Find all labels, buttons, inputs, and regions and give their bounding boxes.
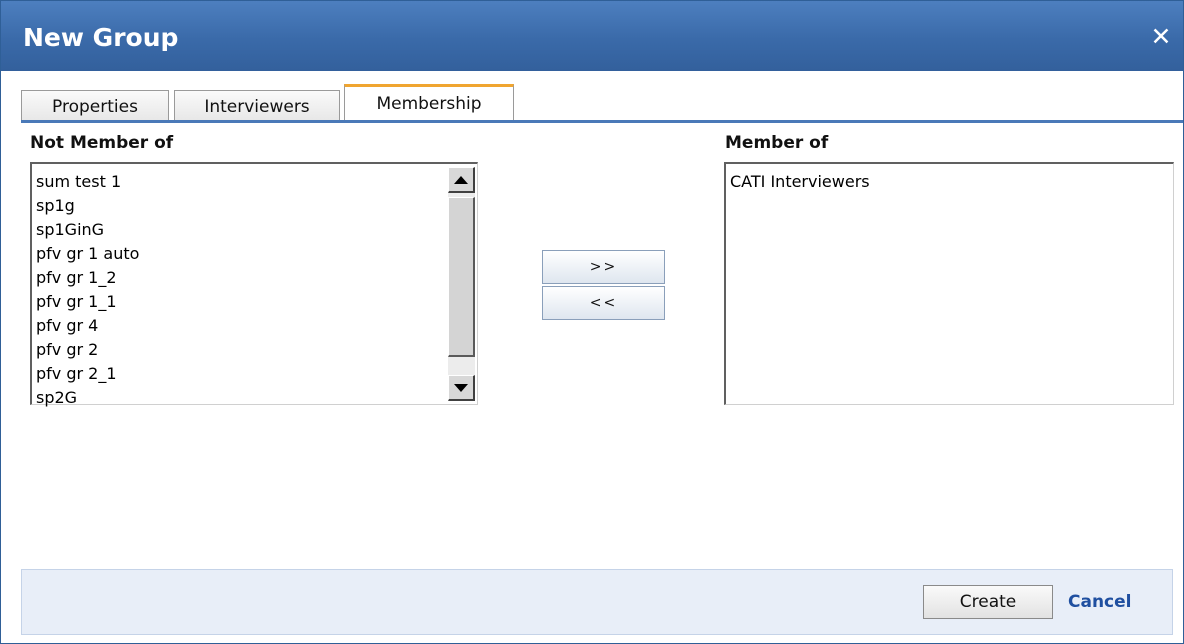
arrow-up-icon (454, 175, 468, 184)
member-list: CATI Interviewers (730, 170, 870, 194)
close-icon[interactable]: ✕ (1149, 24, 1173, 49)
add-membership-button[interactable]: >> (542, 250, 665, 284)
tab-strip: Properties Interviewers Membership (21, 83, 1181, 123)
member-listbox[interactable]: CATI Interviewers (724, 162, 1174, 405)
scrollbar-thumb[interactable] (448, 197, 475, 357)
list-item[interactable]: pfv gr 4 (36, 314, 139, 338)
member-of-label: Member of (725, 133, 829, 153)
new-group-dialog: New Group ✕ Properties Interviewers Memb… (0, 0, 1184, 644)
list-item[interactable]: CATI Interviewers (730, 170, 870, 194)
list-item[interactable]: sp1GinG (36, 218, 139, 242)
dialog-titlebar[interactable]: New Group ✕ (1, 1, 1183, 71)
list-item[interactable]: pfv gr 2 (36, 338, 139, 362)
cancel-link[interactable]: Cancel (1068, 592, 1131, 612)
tab-properties[interactable]: Properties (21, 90, 169, 123)
list-item[interactable]: sum test 1 (36, 170, 139, 194)
arrow-down-icon (454, 383, 468, 392)
scroll-up-button[interactable] (448, 167, 475, 193)
scroll-down-button[interactable] (448, 375, 475, 401)
list-item[interactable]: pfv gr 1_1 (36, 290, 139, 314)
not-member-of-label: Not Member of (30, 133, 174, 153)
listbox-scrollbar[interactable] (448, 167, 475, 401)
dialog-title: New Group (23, 23, 179, 52)
list-item[interactable]: sp1g (36, 194, 139, 218)
not-member-list: sum test 1 sp1g sp1GinG pfv gr 1 auto pfv gr… (36, 170, 139, 410)
tab-membership[interactable]: Membership (344, 84, 514, 123)
not-member-listbox[interactable]: sum test 1 sp1g sp1GinG pfv gr 1 auto pfv gr… (30, 162, 478, 407)
list-item[interactable]: pfv gr 1 auto (36, 242, 139, 266)
remove-membership-button[interactable]: << (542, 286, 665, 320)
dialog-footer: Create Cancel (21, 569, 1173, 635)
list-item[interactable]: pfv gr 1_2 (36, 266, 139, 290)
list-item[interactable]: pfv gr 2_1 (36, 362, 139, 386)
tab-interviewers[interactable]: Interviewers (174, 90, 340, 123)
list-item[interactable]: sp2G (36, 386, 139, 410)
tab-underline (21, 120, 1183, 123)
create-button[interactable]: Create (923, 585, 1053, 619)
